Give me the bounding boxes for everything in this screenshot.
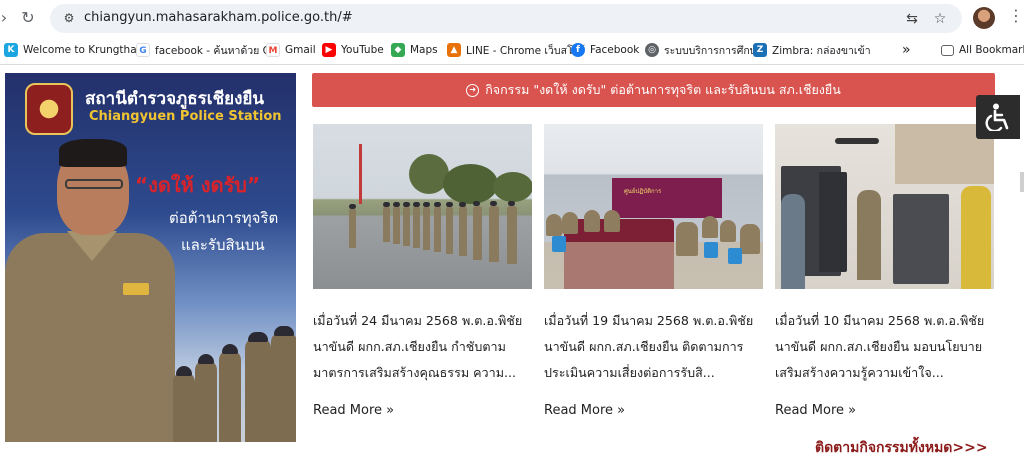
toolbar-divider <box>0 64 1024 65</box>
bookmark-zimbra[interactable]: Z Zimbra: กล่องขาเข้า <box>753 41 871 59</box>
menu-icon[interactable]: ⋮ <box>1008 6 1024 25</box>
bookmark-label: YouTube <box>341 44 384 56</box>
banner-title-thai: สถานีตำรวจภูธรเชียงยืน <box>85 89 264 109</box>
all-bookmarks-label: All Bookmarks <box>959 44 1024 56</box>
zimbra-icon: Z <box>753 43 767 57</box>
youtube-icon: ▶ <box>322 43 336 57</box>
bookmark-facebook[interactable]: f Facebook <box>571 41 639 59</box>
officers-crowd-image <box>165 323 296 442</box>
bookmark-label: Welcome to Krungtha... <box>23 44 147 56</box>
banner-slogan: “งดให้ งดรับ” <box>135 173 261 197</box>
bookmark-label: Gmail <box>285 44 316 56</box>
more-bookmarks-button[interactable]: » <box>902 41 911 59</box>
globe-icon: ◎ <box>645 43 659 57</box>
address-bar[interactable]: ⚙ chiangyun.mahasarakham.police.go.th/# … <box>50 4 962 33</box>
accessibility-button[interactable] <box>976 95 1020 139</box>
bookmark-label: LINE - Chrome เว็บสโตร์ <box>466 44 586 57</box>
station-banner[interactable]: สถานีตำรวจภูธรเชียงยืน Chiangyuen Police… <box>5 73 296 442</box>
bookmark-gmail[interactable]: M Gmail <box>266 41 316 59</box>
facebook-icon: f <box>571 43 585 57</box>
read-more-link[interactable]: Read More » <box>544 403 625 418</box>
read-more-link[interactable]: Read More » <box>775 403 856 418</box>
bookmark-education[interactable]: ◎ ระบบบริการการศึกษา <box>645 41 763 59</box>
read-more-link[interactable]: Read More » <box>313 403 394 418</box>
post-thumbnail[interactable] <box>313 124 532 289</box>
police-logo <box>25 83 73 135</box>
site-settings-icon[interactable]: ⚙ <box>60 9 78 27</box>
bookmark-label: Maps <box>410 44 438 56</box>
scrollbar-thumb[interactable] <box>1020 172 1024 192</box>
forward-icon[interactable]: › <box>0 6 16 30</box>
banner-subtitle-1: ต่อต้านการทุจริต <box>169 209 279 227</box>
post-excerpt: เมื่อวันที่ 24 มีนาคม 2568 พ.ต.อ.พิชัย น… <box>313 313 523 380</box>
translate-icon[interactable]: ⇆ <box>902 9 922 29</box>
post-thumbnail[interactable]: ศูนย์ปฏิบัติการ <box>544 124 763 289</box>
browser-toolbar: › ↻ ⚙ chiangyun.mahasarakham.police.go.t… <box>0 0 1024 36</box>
banner-subtitle-2: และรับสินบน <box>181 236 265 254</box>
banner-title-english: Chiangyuen Police Station <box>89 109 282 124</box>
reload-icon[interactable]: ↻ <box>16 6 40 30</box>
bookmark-maps[interactable]: ◆ Maps <box>391 41 438 59</box>
bookmark-label: Zimbra: กล่องขาเข้า <box>772 44 871 57</box>
bookmark-label: facebook - ค้นหาด้วย G... <box>155 44 281 57</box>
activity-heading-button[interactable]: ➜ กิจกรรม "งดให้ งดรับ" ต่อต้านการทุจริต… <box>312 73 995 107</box>
post-thumbnail[interactable] <box>775 124 994 289</box>
bookmark-google-search[interactable]: G facebook - ค้นหาด้วย G... <box>136 41 281 59</box>
maps-icon: ◆ <box>391 43 405 57</box>
gmail-icon: M <box>266 43 280 57</box>
bookmark-label: ระบบบริการการศึกษา <box>664 44 763 57</box>
arrow-circle-icon: ➜ <box>466 83 480 97</box>
google-icon: G <box>136 43 150 57</box>
post-excerpt: เมื่อวันที่ 19 มีนาคม 2568 พ.ต.อ.พิชัย น… <box>544 313 754 380</box>
bookmark-label: Facebook <box>590 44 640 56</box>
bookmark-star-icon[interactable]: ☆ <box>930 9 950 29</box>
folder-icon <box>941 44 954 56</box>
line-icon: ▲ <box>447 43 461 57</box>
post-excerpt: เมื่อวันที่ 10 มีนาคม 2568 พ.ต.อ.พิชัย น… <box>775 313 985 380</box>
bookmark-krungthai[interactable]: K Welcome to Krungtha... <box>4 41 147 59</box>
bookmarks-bar: K Welcome to Krungtha... G facebook - ค้… <box>0 38 1024 62</box>
krungthai-icon: K <box>4 43 18 57</box>
url-text[interactable]: chiangyun.mahasarakham.police.go.th/# <box>84 10 353 25</box>
wheelchair-icon <box>985 103 1009 131</box>
bookmark-youtube[interactable]: ▶ YouTube <box>322 41 384 59</box>
all-activities-link[interactable]: ติดตามกิจกรรมทั้งหมด>>> <box>815 437 988 459</box>
activity-heading-label: กิจกรรม "งดให้ งดรับ" ต่อต้านการทุจริต แ… <box>485 82 841 97</box>
all-bookmarks-button[interactable]: All Bookmarks <box>941 41 1024 59</box>
bookmark-line[interactable]: ▲ LINE - Chrome เว็บสโตร์ <box>447 41 585 59</box>
profile-avatar[interactable] <box>973 7 995 29</box>
